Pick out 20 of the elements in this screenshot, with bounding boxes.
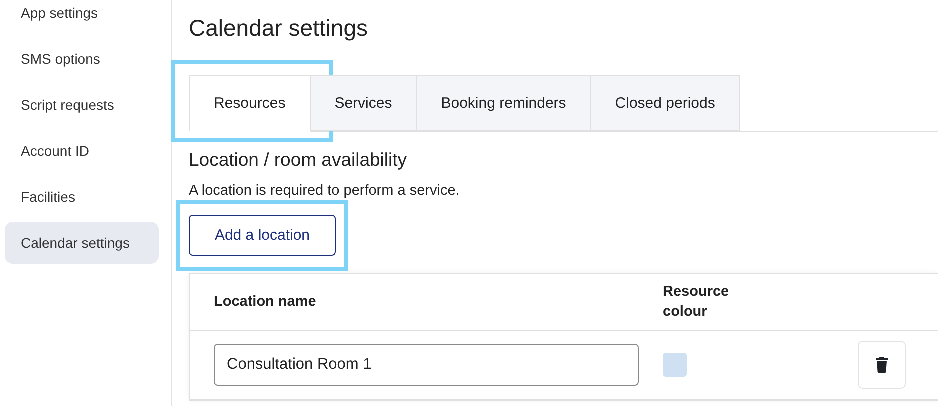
sidebar-item[interactable]: Script requests bbox=[5, 84, 159, 126]
tab[interactable]: Closed periods bbox=[591, 75, 740, 131]
sidebar-item[interactable]: Facilities bbox=[5, 176, 159, 218]
sidebar-item[interactable]: SMS options bbox=[5, 38, 159, 80]
location-name-field[interactable]: Consultation Room 1 bbox=[214, 344, 639, 386]
sidebar-item[interactable]: App settings bbox=[5, 0, 159, 34]
delete-button[interactable] bbox=[858, 341, 906, 389]
tab[interactable]: Services bbox=[310, 75, 418, 131]
sidebar-item[interactable]: Calendar settings bbox=[5, 222, 159, 264]
tab[interactable]: Resources bbox=[189, 75, 311, 132]
section-description: A location is required to perform a service. bbox=[189, 183, 461, 199]
colour-swatch[interactable] bbox=[663, 353, 687, 377]
page-title: Calendar settings bbox=[189, 15, 369, 43]
section-heading: Location / room availability bbox=[189, 149, 408, 171]
trash-icon bbox=[876, 357, 888, 373]
sidebar-item[interactable]: Account ID bbox=[5, 130, 159, 172]
tab[interactable]: Booking reminders bbox=[417, 75, 592, 131]
column-header: Location name bbox=[214, 293, 318, 312]
add-location-button[interactable]: Add a location bbox=[189, 215, 336, 256]
column-header: Resource colour bbox=[663, 283, 730, 322]
